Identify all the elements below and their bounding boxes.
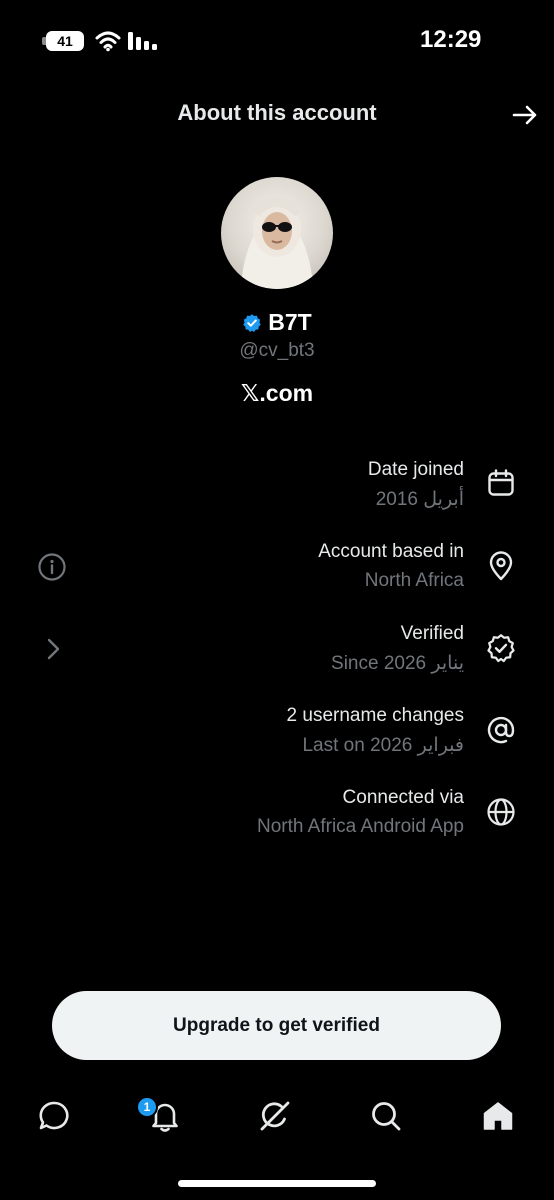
info-row-title: Date joined [367, 459, 464, 480]
info-row-value: North Africa Android App [256, 816, 464, 837]
verified-outline-icon [486, 633, 516, 663]
avatar[interactable] [221, 177, 333, 289]
info-icon[interactable] [37, 552, 67, 582]
location-pin-icon [486, 551, 516, 581]
info-row-title: Connected via [342, 787, 464, 808]
info-row-value: Since يناير 2026 [331, 653, 464, 674]
wifi-icon [95, 30, 121, 52]
page-title: About this account [177, 100, 377, 125]
search-icon[interactable] [368, 1098, 404, 1134]
grok-icon[interactable] [257, 1098, 293, 1134]
name-row: B7T [0, 309, 554, 336]
display-name: B7T [268, 309, 312, 335]
info-row-value: North Africa [364, 570, 464, 591]
info-row-title: Account based in [318, 541, 464, 562]
info-row-title: 2 username changes [286, 705, 464, 726]
handle: @cv_bt3 [239, 340, 315, 361]
globe-icon [486, 797, 516, 827]
notification-badge: 1 [136, 1096, 158, 1118]
messages-icon[interactable] [36, 1098, 72, 1134]
at-sign-icon [486, 715, 516, 745]
info-row-value: أبريل 2016 [375, 489, 464, 510]
verified-badge-icon [242, 313, 262, 333]
site-label: 𝕏.com [240, 380, 314, 406]
chevron-right-icon[interactable] [38, 634, 68, 664]
home-icon[interactable] [480, 1098, 516, 1134]
status-time: 12:29 [420, 26, 482, 53]
info-row-title: Verified [400, 623, 464, 644]
arrow-right-icon[interactable] [510, 100, 540, 130]
info-row-value: Last on فبراير 2026 [302, 735, 464, 756]
home-indicator [178, 1180, 376, 1187]
battery-indicator: 41 [46, 31, 84, 51]
upgrade-button[interactable]: Upgrade to get verified [52, 991, 501, 1060]
signal-icon [128, 32, 158, 50]
calendar-icon [486, 468, 516, 498]
